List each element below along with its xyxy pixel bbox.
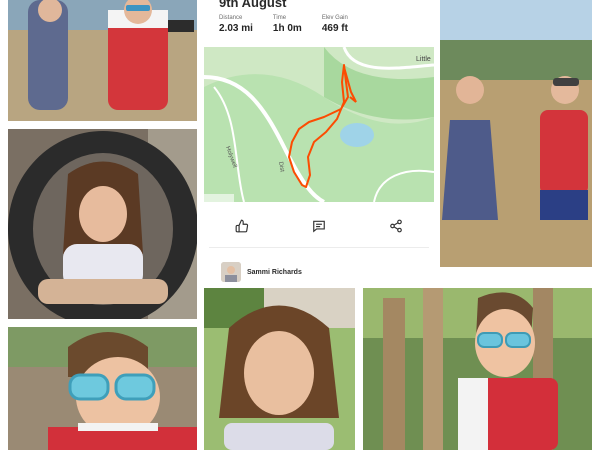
stat-time: Time 1h 0m xyxy=(273,15,302,34)
share-icon xyxy=(389,219,402,233)
route-map[interactable]: Holywell Dist Little xyxy=(204,47,434,202)
avatar[interactable] xyxy=(221,262,241,282)
divider xyxy=(209,247,429,248)
thumbs-up-icon xyxy=(235,219,249,233)
stat-elevation: Elev Gain 469 ft xyxy=(322,15,348,34)
stat-time-value: 1h 0m xyxy=(272,23,302,34)
photo-girl-in-tyre xyxy=(8,129,197,319)
comment-row[interactable]: Sammi Richards xyxy=(221,262,302,282)
photo-kids-top-left xyxy=(8,0,197,121)
activity-actions xyxy=(204,212,434,240)
photo-kids-hilltop xyxy=(440,0,592,267)
stat-elevation-value: 469 ft xyxy=(321,23,348,34)
stat-time-label: Time xyxy=(272,15,287,21)
stat-distance: Distance 2.03 mi xyxy=(219,15,253,34)
comment-author[interactable]: Sammi Richards xyxy=(247,269,302,276)
stat-distance-value: 2.03 mi xyxy=(219,23,253,34)
stat-distance-label: Distance xyxy=(219,15,243,21)
stat-elevation-label: Elev Gain xyxy=(321,15,348,21)
map-place-label: Little xyxy=(416,56,431,63)
activity-stats: Distance 2.03 mi Time 1h 0m Elev Gain 46… xyxy=(219,15,348,34)
photo-girl-portrait xyxy=(204,288,355,450)
share-button[interactable] xyxy=(382,212,410,240)
activity-card[interactable]: 9th August Distance 2.03 mi Time 1h 0m E… xyxy=(204,0,434,286)
like-button[interactable] xyxy=(228,212,256,240)
photo-boy-football-shirt xyxy=(363,288,592,450)
photo-boy-sunglasses xyxy=(8,327,197,450)
comment-icon xyxy=(313,220,325,233)
activity-date: 9th August xyxy=(219,0,287,10)
comment-button[interactable] xyxy=(305,212,333,240)
